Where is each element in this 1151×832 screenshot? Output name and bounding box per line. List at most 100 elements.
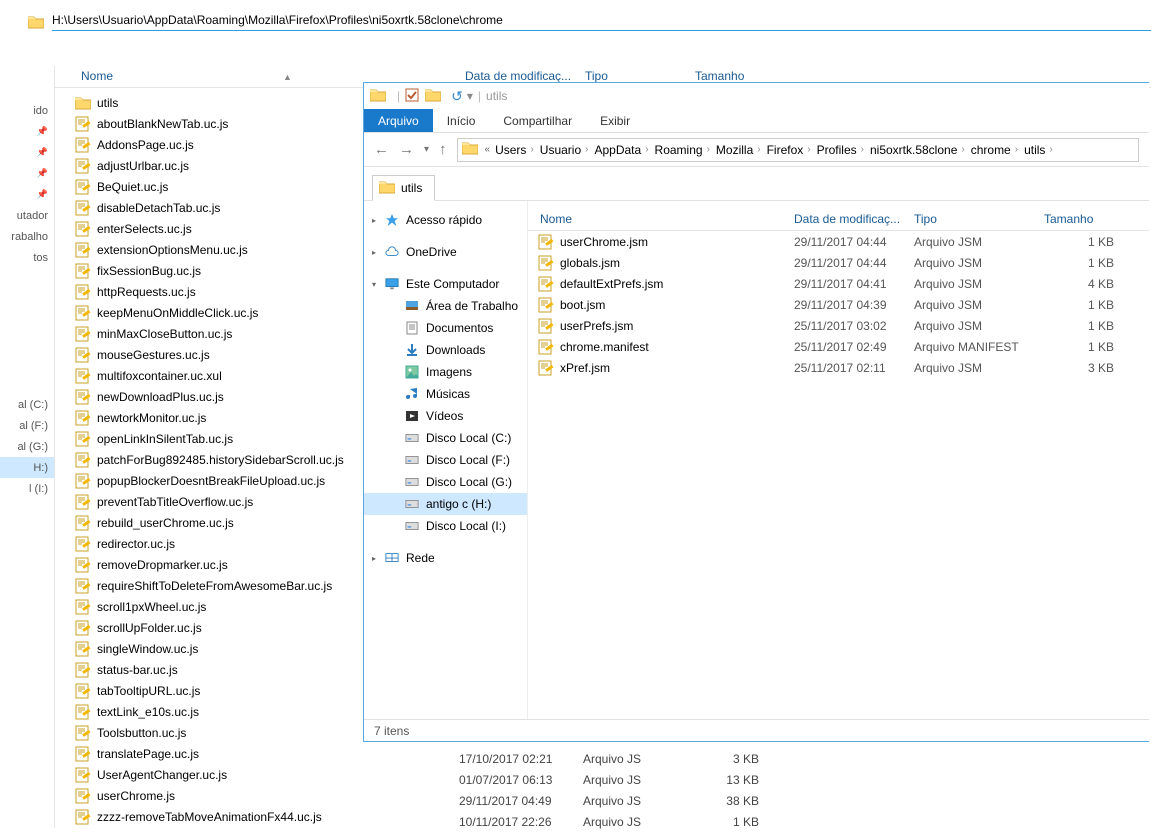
outer-nav-item[interactable]: 📌 bbox=[0, 142, 54, 163]
undo-icon[interactable]: ↺ bbox=[451, 88, 463, 105]
up-button[interactable]: ↑ bbox=[439, 141, 447, 158]
crumb-segment[interactable]: Firefox bbox=[767, 143, 804, 157]
chevron-right-icon[interactable]: › bbox=[645, 144, 648, 155]
crumb-segment[interactable]: Users bbox=[495, 143, 526, 157]
outer-nav-item[interactable] bbox=[0, 331, 54, 352]
chevron-right-icon[interactable]: › bbox=[585, 144, 588, 155]
crumb-segment[interactable]: AppData bbox=[594, 143, 641, 157]
qat-overflow[interactable]: ▾ bbox=[467, 89, 473, 103]
expand-icon[interactable]: ▸ bbox=[372, 554, 384, 563]
crumb-segment[interactable]: chrome bbox=[971, 143, 1011, 157]
titlebar[interactable]: | ↺ ▾ | utils bbox=[364, 83, 1149, 109]
nav-tree[interactable]: ▸Acesso rápido ▸OneDrive ▾Este ComputadorÁ… bbox=[364, 201, 528, 719]
chevron-right-icon[interactable]: › bbox=[1049, 144, 1052, 155]
nav-item[interactable]: Disco Local (G:) bbox=[364, 471, 527, 493]
folder-tab[interactable]: utils bbox=[372, 175, 435, 201]
expand-icon[interactable]: ▸ bbox=[372, 216, 384, 225]
chevron-right-icon[interactable]: › bbox=[757, 144, 760, 155]
chevron-right-icon[interactable]: › bbox=[807, 144, 810, 155]
table-row[interactable]: 10/11/2017 22:26Arquivo JS1 KB bbox=[55, 811, 759, 832]
chevron-right-icon[interactable]: › bbox=[707, 144, 710, 155]
table-row[interactable]: 29/11/2017 04:49Arquivo JS38 KB bbox=[55, 790, 759, 811]
outer-nav-item[interactable] bbox=[0, 352, 54, 373]
folder-icon[interactable] bbox=[425, 88, 441, 105]
outer-nav-item[interactable]: al (F:) bbox=[0, 415, 54, 436]
ribbon-tab-home[interactable]: Início bbox=[433, 109, 490, 132]
nav-item[interactable]: ▸Acesso rápido bbox=[364, 209, 527, 231]
chevron-right-icon[interactable]: › bbox=[530, 144, 533, 155]
nav-item[interactable]: Vídeos bbox=[364, 405, 527, 427]
col-size[interactable]: Tamanho bbox=[689, 69, 779, 83]
list-item[interactable]: boot.jsm29/11/2017 04:39Arquivo JSM1 KB bbox=[528, 294, 1149, 315]
nav-item[interactable]: Disco Local (C:) bbox=[364, 427, 527, 449]
crumb-overflow-icon[interactable]: « bbox=[485, 144, 491, 155]
crumb-segment[interactable]: Roaming bbox=[655, 143, 703, 157]
table-row[interactable]: 17/10/2017 02:21Arquivo JS3 KB bbox=[55, 748, 759, 769]
list-item[interactable]: chrome.manifest25/11/2017 02:49Arquivo M… bbox=[528, 336, 1149, 357]
crumb-segment[interactable]: Profiles bbox=[817, 143, 857, 157]
outer-nav-item[interactable] bbox=[0, 373, 54, 394]
chevron-right-icon[interactable]: › bbox=[1015, 144, 1018, 155]
ribbon-tab-share[interactable]: Compartilhar bbox=[489, 109, 586, 132]
outer-nav-item[interactable] bbox=[0, 268, 54, 289]
nav-item[interactable]: ▸Rede bbox=[364, 547, 527, 569]
outer-nav-item[interactable]: H:) bbox=[0, 457, 54, 478]
list-item[interactable]: userPrefs.jsm25/11/2017 03:02Arquivo JSM… bbox=[528, 315, 1149, 336]
nav-item[interactable]: Disco Local (F:) bbox=[364, 449, 527, 471]
inner-file-pane[interactable]: Nome Data de modificaç... Tipo Tamanho u… bbox=[528, 201, 1149, 719]
address-bar-outer[interactable]: H:\Users\Usuario\AppData\Roaming\Mozilla… bbox=[0, 10, 1151, 34]
outer-nav-item[interactable] bbox=[0, 310, 54, 331]
outer-nav-item[interactable]: 📌 bbox=[0, 121, 54, 142]
col-type[interactable]: Tipo bbox=[579, 69, 689, 83]
breadcrumb[interactable]: « Users › Usuario › AppData › Roaming › Mozilla ›… bbox=[457, 138, 1139, 162]
nav-item[interactable]: Disco Local (I:) bbox=[364, 515, 527, 537]
list-item[interactable]: defaultExtPrefs.jsm29/11/2017 04:41Arqui… bbox=[528, 273, 1149, 294]
col-date[interactable]: Data de modificaç... bbox=[788, 212, 908, 226]
col-type[interactable]: Tipo bbox=[908, 212, 1038, 226]
outer-nav-item[interactable]: l (I:) bbox=[0, 478, 54, 499]
nav-item[interactable]: antigo c (H:) bbox=[364, 493, 527, 515]
ribbon[interactable]: Arquivo Início Compartilhar Exibir bbox=[364, 109, 1149, 133]
outer-nav-item[interactable]: 📌 bbox=[0, 184, 54, 205]
outer-nav-item[interactable]: al (G:) bbox=[0, 436, 54, 457]
chevron-right-icon[interactable]: › bbox=[861, 144, 864, 155]
table-row[interactable]: 01/07/2017 06:13Arquivo JS13 KB bbox=[55, 769, 759, 790]
outer-nav-item[interactable]: rabalho bbox=[0, 226, 54, 247]
back-button[interactable]: ← bbox=[374, 141, 389, 158]
col-name[interactable]: Nome▲ bbox=[75, 69, 459, 83]
outer-nav-item[interactable]: ido bbox=[0, 100, 54, 121]
nav-item[interactable]: ▾Este Computador bbox=[364, 273, 527, 295]
inner-file-list[interactable]: userChrome.jsm29/11/2017 04:44Arquivo JS… bbox=[528, 231, 1149, 378]
outer-nav-item[interactable]: al (C:) bbox=[0, 394, 54, 415]
outer-nav-item[interactable]: 📌 bbox=[0, 163, 54, 184]
list-item[interactable]: globals.jsm29/11/2017 04:44Arquivo JSM1 … bbox=[528, 252, 1149, 273]
outer-nav-item[interactable] bbox=[0, 289, 54, 310]
properties-icon[interactable] bbox=[405, 88, 419, 105]
history-dropdown[interactable]: ▾ bbox=[424, 144, 429, 155]
crumb-segment[interactable]: ni5oxrtk.58clone bbox=[870, 143, 957, 157]
crumb-segment[interactable]: Usuario bbox=[540, 143, 581, 157]
col-date[interactable]: Data de modificaç... bbox=[459, 69, 579, 83]
ribbon-tab-file[interactable]: Arquivo bbox=[364, 109, 433, 132]
inner-column-headers[interactable]: Nome Data de modificaç... Tipo Tamanho bbox=[528, 207, 1149, 231]
list-item[interactable]: xPref.jsm25/11/2017 02:11Arquivo JSM3 KB bbox=[528, 357, 1149, 378]
outer-nav-item[interactable]: tos bbox=[0, 247, 54, 268]
chevron-right-icon[interactable]: › bbox=[961, 144, 964, 155]
crumb-segment[interactable]: utils bbox=[1024, 143, 1045, 157]
nav-item[interactable]: Documentos bbox=[364, 317, 527, 339]
ribbon-tab-view[interactable]: Exibir bbox=[586, 109, 644, 132]
address-path[interactable]: H:\Users\Usuario\AppData\Roaming\Mozilla… bbox=[52, 13, 1151, 31]
nav-item[interactable]: ▸OneDrive bbox=[364, 241, 527, 263]
crumb-segment[interactable]: Mozilla bbox=[716, 143, 753, 157]
nav-item[interactable]: Downloads bbox=[364, 339, 527, 361]
col-name[interactable]: Nome bbox=[534, 212, 788, 226]
outer-nav-item[interactable]: utador bbox=[0, 205, 54, 226]
nav-item[interactable]: Área de Trabalho bbox=[364, 295, 527, 317]
folder-tabstrip[interactable]: utils bbox=[364, 167, 1149, 201]
col-size[interactable]: Tamanho bbox=[1038, 212, 1108, 226]
nav-item[interactable]: Músicas bbox=[364, 383, 527, 405]
list-item[interactable]: userChrome.jsm29/11/2017 04:44Arquivo JS… bbox=[528, 231, 1149, 252]
nav-item[interactable]: Imagens bbox=[364, 361, 527, 383]
forward-button[interactable]: → bbox=[399, 141, 414, 158]
expand-icon[interactable]: ▾ bbox=[372, 280, 384, 289]
